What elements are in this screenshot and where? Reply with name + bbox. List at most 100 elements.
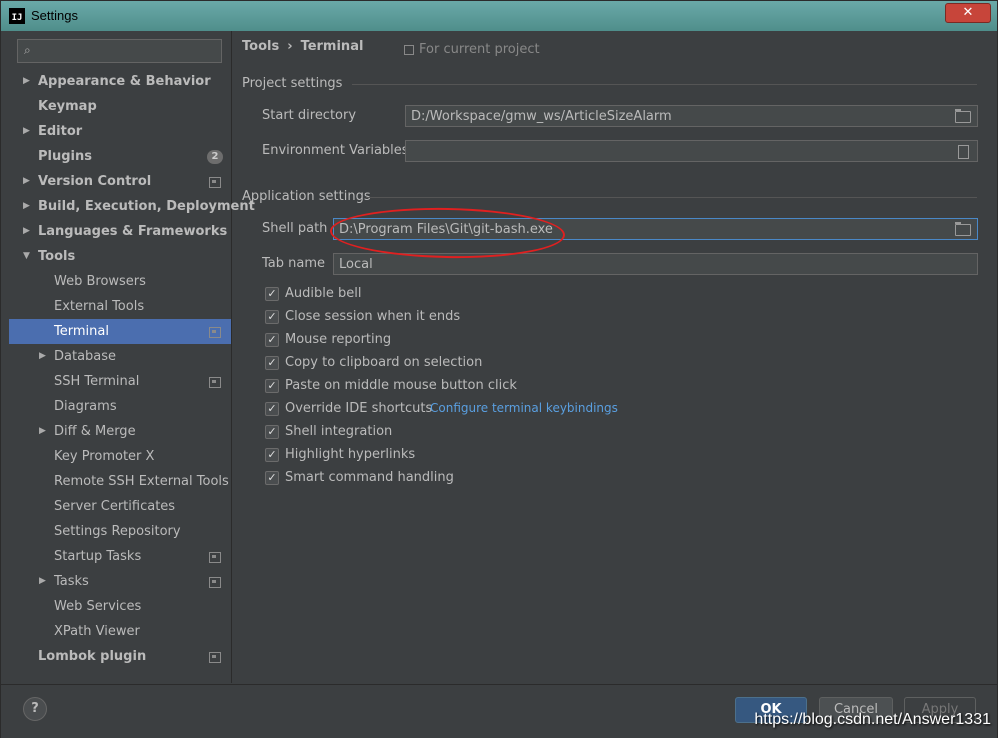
sidebar-item[interactable]: ▶ Editor xyxy=(9,119,231,144)
expand-right-icon[interactable]: ▶ xyxy=(39,419,46,444)
edit-list-icon[interactable] xyxy=(958,145,969,159)
checkbox[interactable]: ✓ xyxy=(265,425,279,439)
sidebar-item-label: Terminal xyxy=(54,324,109,339)
sidebar-item[interactable]: ▶ Appearance & Behavior xyxy=(9,69,231,94)
title-bar[interactable]: IJ Settings ✕ xyxy=(1,1,997,31)
sidebar-item-label: Keymap xyxy=(38,99,97,114)
terminal-settings-panel: Tools › Terminal For current project Proje… xyxy=(232,31,989,683)
sidebar-item-label: Lombok plugin xyxy=(38,649,147,664)
configure-keybindings-link[interactable]: Configure terminal keybindings xyxy=(430,401,618,415)
sidebar-item[interactable]: Web Browsers xyxy=(9,269,231,294)
expand-right-icon[interactable]: ▶ xyxy=(23,169,30,194)
scope-label: For current project xyxy=(419,42,540,57)
checkbox-label: Shell integration xyxy=(285,424,393,439)
sidebar-item[interactable]: Lombok plugin xyxy=(9,644,231,669)
sidebar-item-label: Plugins xyxy=(38,149,92,164)
start-directory-field[interactable]: D:/Workspace/gmw_ws/ArticleSizeAlarm xyxy=(405,105,978,127)
section-divider xyxy=(366,197,977,198)
sidebar-item[interactable]: Key Promoter X xyxy=(9,444,231,469)
environment-variables-field[interactable] xyxy=(405,140,978,162)
sidebar-item-label: Web Services xyxy=(54,599,142,614)
sidebar-item[interactable]: Remote SSH External Tools xyxy=(9,469,231,494)
sidebar-item[interactable]: ▶ Version Control xyxy=(9,169,231,194)
project-level-icon xyxy=(209,577,221,588)
breadcrumb-current: Terminal xyxy=(300,39,364,54)
sidebar-item-label: Database xyxy=(54,349,117,364)
checkbox[interactable]: ✓ xyxy=(265,287,279,301)
checkbox[interactable]: ✓ xyxy=(265,333,279,347)
sidebar-item[interactable]: Keymap xyxy=(9,94,231,119)
sidebar-item[interactable]: ▶ Languages & Frameworks xyxy=(9,219,231,244)
folder-icon[interactable] xyxy=(955,109,971,123)
intellij-icon: IJ xyxy=(9,8,25,24)
project-level-icon xyxy=(209,652,221,663)
sidebar-item-label: Appearance & Behavior xyxy=(38,74,211,89)
sidebar-item-label: Languages & Frameworks xyxy=(38,224,228,239)
close-button[interactable]: ✕ xyxy=(945,3,991,23)
folder-icon[interactable] xyxy=(955,222,971,236)
sidebar-item-label: Build, Execution, Deployment xyxy=(38,199,255,214)
project-level-icon xyxy=(209,552,221,563)
sidebar-item[interactable]: SSH Terminal xyxy=(9,369,231,394)
environment-variables-label: Environment Variables xyxy=(262,143,409,158)
expand-right-icon[interactable]: ▶ xyxy=(23,119,30,144)
help-button[interactable]: ? xyxy=(23,697,47,721)
sidebar-item[interactable]: Terminal xyxy=(9,319,231,344)
checkbox[interactable]: ✓ xyxy=(265,402,279,416)
breadcrumb-parent[interactable]: Tools xyxy=(242,39,279,54)
sidebar-item-label: External Tools xyxy=(54,299,145,314)
checkbox-label: Paste on middle mouse button click xyxy=(285,378,517,393)
expand-right-icon[interactable]: ▶ xyxy=(39,569,46,594)
sidebar-item-label: Server Certificates xyxy=(54,499,176,514)
project-level-icon xyxy=(209,327,221,338)
checkbox-label: Highlight hyperlinks xyxy=(285,447,416,462)
sidebar-item-label: Remote SSH External Tools xyxy=(54,474,229,489)
sidebar-item[interactable]: ▶ Diff & Merge xyxy=(9,419,231,444)
project-scope-icon xyxy=(404,44,414,55)
sidebar-item-label: Key Promoter X xyxy=(54,449,155,464)
sidebar-item[interactable]: ▶ Database xyxy=(9,344,231,369)
search-icon: ⌕ xyxy=(24,43,31,57)
sidebar-item-label: SSH Terminal xyxy=(54,374,140,389)
sidebar-item-label: Settings Repository xyxy=(54,524,181,539)
settings-window: IJ Settings ✕ ⌕ ▶ Appearance & Behavior Ke… xyxy=(0,0,998,738)
sidebar-item[interactable]: ▶ Tasks xyxy=(9,569,231,594)
sidebar-item[interactable]: Diagrams xyxy=(9,394,231,419)
checkbox[interactable]: ✓ xyxy=(265,448,279,462)
expand-right-icon[interactable]: ▶ xyxy=(23,219,30,244)
expand-right-icon[interactable]: ▶ xyxy=(23,194,30,219)
sidebar-item[interactable]: Server Certificates xyxy=(9,494,231,519)
start-directory-value: D:/Workspace/gmw_ws/ArticleSizeAlarm xyxy=(411,109,672,124)
project-settings-heading: Project settings xyxy=(242,76,343,91)
checkbox[interactable]: ✓ xyxy=(265,379,279,393)
sidebar-item[interactable]: Settings Repository xyxy=(9,519,231,544)
sidebar-item[interactable]: Plugins 2 xyxy=(9,144,231,169)
checkbox-label: Mouse reporting xyxy=(285,332,392,347)
checkbox-label: Override IDE shortcuts xyxy=(285,401,433,416)
sidebar-item[interactable]: Startup Tasks xyxy=(9,544,231,569)
sidebar-item[interactable]: Web Services xyxy=(9,594,231,619)
expand-right-icon[interactable]: ▶ xyxy=(39,344,46,369)
checkbox-label: Copy to clipboard on selection xyxy=(285,355,483,370)
expand-down-icon[interactable]: ▼ xyxy=(23,244,30,269)
checkbox[interactable]: ✓ xyxy=(265,471,279,485)
sidebar-item-label: Tools xyxy=(38,249,76,264)
sidebar-item[interactable]: External Tools xyxy=(9,294,231,319)
sidebar-item[interactable]: ▼ Tools xyxy=(9,244,231,269)
checkbox-label: Close session when it ends xyxy=(285,309,461,324)
update-count-badge: 2 xyxy=(207,150,223,164)
sidebar-item-label: Tasks xyxy=(54,574,89,589)
search-input[interactable]: ⌕ xyxy=(17,39,222,63)
sidebar-item-label: Web Browsers xyxy=(54,274,146,289)
breadcrumb-separator: › xyxy=(287,39,293,54)
checkbox-label: Audible bell xyxy=(285,286,362,301)
sidebar-item[interactable]: XPath Viewer xyxy=(9,619,231,644)
checkbox[interactable]: ✓ xyxy=(265,310,279,324)
section-divider xyxy=(352,84,977,85)
window-title: Settings xyxy=(31,8,78,23)
expand-right-icon[interactable]: ▶ xyxy=(23,69,30,94)
settings-sidebar: ⌕ ▶ Appearance & Behavior Keymap ▶ Editor Plu… xyxy=(9,31,255,683)
sidebar-item-label: Version Control xyxy=(38,174,152,189)
checkbox[interactable]: ✓ xyxy=(265,356,279,370)
sidebar-item[interactable]: ▶ Build, Execution, Deployment xyxy=(9,194,255,219)
